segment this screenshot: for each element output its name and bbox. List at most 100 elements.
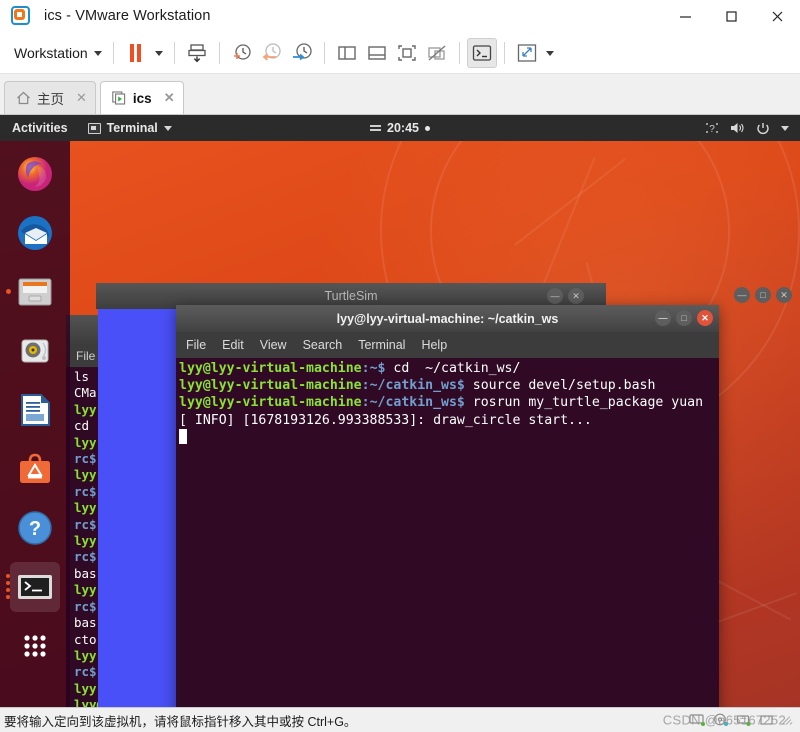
usb-status-icon[interactable] <box>736 713 752 727</box>
window-titlebar: ics - VMware Workstation <box>0 0 800 33</box>
terminal-menu-terminal[interactable]: Terminal <box>358 338 405 352</box>
manage-vm-button[interactable] <box>182 38 212 68</box>
ubuntu-software-icon <box>20 453 50 483</box>
dock-item-show-applications[interactable] <box>10 621 60 671</box>
network-status-icon[interactable] <box>689 713 706 727</box>
rhythmbox-icon <box>21 339 49 363</box>
app-menu-label: Terminal <box>106 121 158 135</box>
tab-home-label: 主页 <box>37 92 64 107</box>
dock-item-firefox[interactable] <box>10 149 60 199</box>
workstation-menu-button[interactable]: Workstation <box>10 41 106 65</box>
turtlesim-minimize-button[interactable]: — <box>547 288 563 304</box>
expand-arrows-icon <box>517 44 536 62</box>
terminal-close-button[interactable]: ✕ <box>697 310 713 326</box>
dock-item-files[interactable] <box>6 267 60 317</box>
minimize-button[interactable] <box>662 0 708 33</box>
send-ctrl-alt-del-button[interactable] <box>466 38 497 68</box>
resize-grip-icon[interactable] <box>781 714 794 726</box>
maximize-button[interactable] <box>708 0 754 33</box>
ubuntu-top-bar: Activities Terminal 20:45 ? <box>0 115 800 141</box>
dock-item-rhythmbox[interactable] <box>10 326 60 376</box>
clock-label: 20:45 <box>387 121 419 135</box>
window-controls <box>662 0 800 33</box>
background-terminal-menu-file[interactable]: File <box>76 349 95 363</box>
clock-arrow-left-icon <box>262 43 281 61</box>
svg-text:?: ? <box>29 518 41 540</box>
hdd-status-icon[interactable] <box>759 713 775 727</box>
terminal-menu-edit[interactable]: Edit <box>222 338 244 352</box>
unity-mode-disabled-icon <box>428 45 446 61</box>
pause-vm-button[interactable] <box>121 38 151 68</box>
tab-home[interactable]: 主页 ✕ <box>4 81 96 114</box>
terminal-menu-search[interactable]: Search <box>303 338 343 352</box>
fullscreen-button[interactable] <box>512 38 542 68</box>
terminal-output[interactable]: lyy@lyy-virtual-machine:~$ cd ~/catkin_w… <box>176 358 719 446</box>
terminal-menu-file[interactable]: File <box>186 338 206 352</box>
turtlesim-close-button[interactable]: ✕ <box>568 288 584 304</box>
show-thumbnails-button[interactable] <box>392 38 422 68</box>
snapshot-manager-button[interactable] <box>287 38 317 68</box>
take-snapshot-button[interactable] <box>227 38 257 68</box>
main-toolbar: Workstation <box>0 33 800 74</box>
chevron-down-icon <box>163 125 172 131</box>
window-title: ics - VMware Workstation <box>44 8 211 24</box>
cd-status-icon[interactable] <box>713 713 729 727</box>
dock-item-terminal[interactable] <box>6 562 60 612</box>
tab-ics-label: ics <box>132 90 152 106</box>
terminal-window[interactable]: lyy@lyy-virtual-machine: ~/catkin_ws — □… <box>176 305 719 707</box>
notification-dot-icon <box>424 125 430 131</box>
console-prompt-icon <box>472 45 491 61</box>
unity-mode-button[interactable] <box>422 38 452 68</box>
home-icon <box>17 91 30 105</box>
tab-home-close-icon[interactable]: ✕ <box>76 90 87 106</box>
power-dropdown-button[interactable] <box>151 38 167 68</box>
thunderbird-icon <box>18 216 52 250</box>
status-message: 要将输入定向到该虚拟机，请将鼠标指针移入其中或按 Ctrl+G。 <box>4 714 357 729</box>
background-window-maximize-button[interactable]: □ <box>755 287 771 303</box>
terminal-menu-view[interactable]: View <box>260 338 287 352</box>
clock-plus-icon <box>233 44 251 60</box>
revert-snapshot-button[interactable] <box>257 38 287 68</box>
show-console-view-button[interactable] <box>362 38 392 68</box>
terminal-line: lyy@lyy-virtual-machine:~$ cd ~/catkin_w… <box>179 361 521 376</box>
turtlesim-canvas[interactable] <box>98 309 176 707</box>
fullscreen-dropdown-button[interactable] <box>542 38 558 68</box>
accessibility-icon: ? <box>706 123 718 135</box>
vm-running-icon <box>112 91 126 105</box>
system-status-menu[interactable]: ? <box>705 121 789 135</box>
toolbar-separator <box>112 42 114 64</box>
terminal-menubar: File Edit View Search Terminal Help <box>176 332 719 358</box>
background-window-close-button[interactable]: ✕ <box>776 287 792 303</box>
libreoffice-writer-icon <box>21 394 50 426</box>
terminal-line: lyy@lyy-virtual-machine:~/catkin_ws$ ros… <box>179 395 704 411</box>
show-library-button[interactable] <box>332 38 362 68</box>
terminal-menu-help[interactable]: Help <box>421 338 447 352</box>
power-icon <box>757 123 769 135</box>
grid-apps-icon <box>24 635 46 657</box>
dock-item-thunderbird[interactable] <box>10 208 60 258</box>
close-button[interactable] <box>754 0 800 33</box>
files-icon <box>18 278 52 306</box>
volume-icon <box>731 123 744 133</box>
toolbar-separator <box>503 42 505 64</box>
dock-item-help[interactable]: ? <box>10 503 60 553</box>
background-window-minimize-button[interactable]: — <box>734 287 750 303</box>
running-indicator-icon <box>6 574 10 599</box>
chevron-down-icon <box>154 50 163 56</box>
dock-item-ubuntu-software[interactable] <box>10 444 60 494</box>
tab-ics[interactable]: ics ✕ <box>99 81 184 114</box>
terminal-maximize-button[interactable]: □ <box>676 310 692 326</box>
vm-guest-screen[interactable]: File ls CMa lyy cd lyy rc$ lyy rc$ lyy rc$ lyy rc$ b… <box>0 115 800 707</box>
sidebar-panel-icon <box>337 46 356 60</box>
dock-item-libreoffice-writer[interactable] <box>10 385 60 435</box>
toolbar-separator <box>323 42 325 64</box>
clock-menu-button[interactable]: 20:45 <box>370 121 430 135</box>
app-menu-button[interactable]: Terminal <box>87 121 172 135</box>
terminal-minimize-button[interactable]: — <box>655 310 671 326</box>
terminal-line: [ INFO] [1678193126.993388533]: draw_cir… <box>179 412 592 428</box>
terminal-line: lyy@lyy-virtual-machine:~/catkin_ws$ sou… <box>179 378 656 394</box>
bottom-panel-icon <box>367 46 386 60</box>
activities-button[interactable]: Activities <box>12 121 68 135</box>
tab-ics-close-icon[interactable]: ✕ <box>164 90 175 106</box>
chevron-down-icon <box>93 50 102 56</box>
